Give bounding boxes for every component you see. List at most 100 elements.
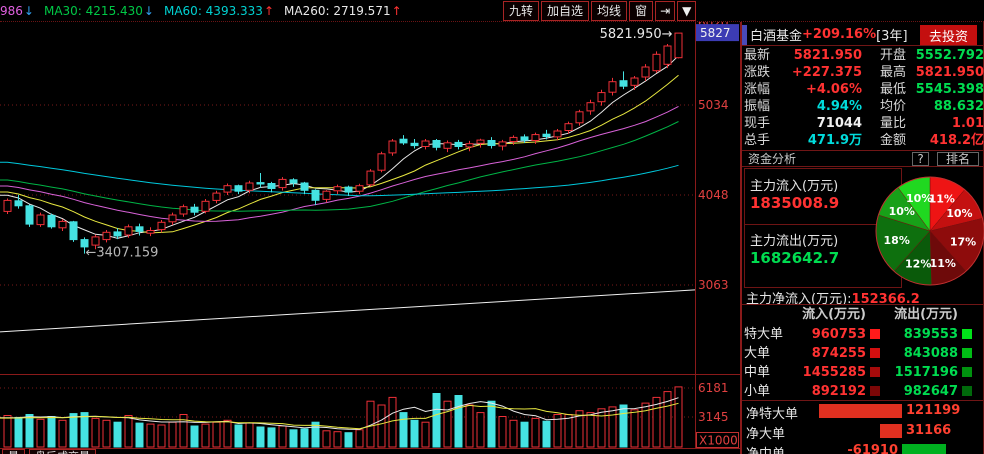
- quote-label: 均价: [879, 99, 906, 114]
- quote-label: 最低: [879, 82, 906, 97]
- ma-label: 986 ↓: [0, 4, 34, 18]
- dropdown-icon[interactable]: ▼: [677, 1, 697, 21]
- right-panel: 白酒884188 白酒基金 +209.16% [3年] 去投资 最新5821.9…: [740, 0, 984, 454]
- main-flow-section: 主力流入(万元) 1835008.9 主力流出(万元) 1682642.7 11…: [742, 168, 984, 288]
- pie-slice-label: 11%: [929, 193, 955, 206]
- quote-grid: 最新 5821.950 开盘 5552.792 涨跌 +227.375 最高 5821.950…: [744, 47, 984, 149]
- order-table-row: 大单 874255 843088: [744, 344, 984, 363]
- fund-analysis-title: 资金分析: [748, 152, 797, 166]
- inflow-value: 1835008.9: [750, 194, 840, 212]
- quote-value: 418.2亿: [929, 133, 984, 148]
- bottom-tabs: 量盘后成交量: [2, 449, 96, 454]
- ma-label: MA260: 2719.571 ↑: [284, 4, 402, 18]
- fund-change: +209.16%: [802, 27, 877, 42]
- ma-label-text: MA30: 4215.430: [43, 4, 143, 18]
- outflow-value: 1682642.7: [750, 249, 840, 267]
- order-row-label: 小单: [744, 384, 771, 399]
- outflow-col-header: 流出(万元): [894, 307, 958, 322]
- order-outflow-value: 982647: [903, 384, 958, 399]
- inflow-col-header: 流入(万元): [802, 307, 866, 322]
- quote-value: 5821.950: [793, 48, 862, 63]
- pie-slice-label: 12%: [905, 258, 931, 271]
- ma-label: MA60: 4393.333 ↑: [164, 4, 274, 18]
- quote-value: 471.9万: [807, 133, 862, 148]
- order-row-label: 特大单: [744, 327, 784, 342]
- inflow-label: 主力流入(万元): [750, 179, 839, 194]
- net-flow-bar: [819, 404, 902, 418]
- quote-value: 71044: [816, 116, 862, 131]
- toolbar-button-九转[interactable]: 九转: [503, 1, 540, 21]
- net-row-净中单: 净中单-61910: [742, 441, 984, 454]
- net-row-净大单: 净大单 31166: [742, 421, 984, 442]
- kline-chart[interactable]: 602050344048306361813145X10005827←3407.1…: [0, 0, 740, 454]
- quote-value: +227.375: [791, 65, 862, 80]
- axis-label: 3063: [698, 278, 729, 292]
- ma-trend-arrow-icon: ↓: [143, 4, 154, 18]
- toolbar-buttons: 九转 加自选 均线窗 ⇥ ▼: [503, 1, 697, 21]
- help-button[interactable]: ?: [912, 152, 929, 166]
- net-order-bars: 净特大单 121199 净大单 31166 净中单-61910: [742, 401, 984, 454]
- axis-label: X1000: [699, 434, 738, 448]
- net-flow-bar: [880, 424, 902, 438]
- fund-stripe: [742, 24, 747, 45]
- toolbar-button-窗[interactable]: 窗: [629, 1, 654, 21]
- toolbar-button-均线[interactable]: 均线: [591, 1, 628, 21]
- quote-label: 最高: [879, 65, 906, 80]
- net-inflow-row: 主力净流入(万元):152366.2: [742, 288, 983, 307]
- axis-label: 5034: [698, 98, 729, 112]
- divider: [742, 45, 983, 46]
- ma-indicator-labels: 986 ↓ MA30: 4215.430 ↓ MA60: 4393.333 ↑ MA260:…: [0, 0, 408, 22]
- ma-trend-arrow-icon: ↓: [23, 4, 34, 18]
- quote-value: 5552.792: [915, 48, 984, 63]
- order-row-label: 大单: [744, 346, 771, 361]
- inflow-swatch: [870, 367, 880, 377]
- rank-button[interactable]: 排名: [937, 152, 979, 166]
- quote-value: 5821.950: [915, 65, 984, 80]
- pie-slice-label: 17%: [950, 235, 976, 248]
- order-inflow-value: 892192: [811, 384, 866, 399]
- order-row-label: 中单: [744, 365, 771, 380]
- order-inflow-value: 960753: [811, 327, 866, 342]
- ma-trend-arrow-icon: ↑: [263, 4, 274, 18]
- order-table-row: 小单 892192 982647: [744, 382, 984, 401]
- order-table-row: 中单 1455285 1517196: [744, 363, 984, 382]
- net-row-value: 31166: [906, 423, 952, 438]
- axis-label: 3145: [698, 410, 729, 424]
- go-invest-button[interactable]: 去投资: [919, 25, 977, 46]
- net-row-value: -61910: [847, 443, 898, 454]
- net-flow-bar: [902, 444, 946, 454]
- pie-slice-label: 10%: [906, 192, 932, 205]
- high-price-annotation: 5821.950→: [600, 27, 673, 42]
- quote-label: 最新: [744, 48, 771, 63]
- toolbar-button-加自选[interactable]: 加自选: [541, 1, 590, 21]
- quote-label: 总手: [744, 133, 771, 148]
- pie-slice-label: 18%: [884, 234, 910, 247]
- pie-slice-label: 10%: [889, 205, 915, 218]
- outflow-swatch: [962, 348, 972, 358]
- net-row-净特大单: 净特大单 121199: [742, 401, 984, 422]
- quote-value: 5545.398: [915, 82, 984, 97]
- order-inflow-value: 1455285: [802, 365, 866, 380]
- order-table-rows: 特大单 960753 839553 大单 874255 843088 中单 1455285 15…: [744, 325, 984, 401]
- quote-label: 金额: [879, 133, 906, 148]
- ma-label: MA30: 4215.430 ↓: [44, 4, 154, 18]
- quote-label: 量比: [879, 116, 906, 131]
- order-outflow-value: 839553: [903, 327, 958, 342]
- quote-label: 涨跌: [744, 65, 771, 80]
- outflow-swatch: [962, 367, 972, 377]
- axis-label: 4048: [698, 188, 729, 202]
- inflow-swatch: [870, 348, 880, 358]
- quote-value: 4.94%: [816, 99, 862, 114]
- inflow-swatch: [870, 386, 880, 396]
- fund-name: 白酒基金: [750, 29, 803, 44]
- quote-value: 88.632: [933, 99, 984, 114]
- bottom-tab[interactable]: 量: [2, 449, 25, 454]
- ma-label-text: MA260: 2719.571: [284, 4, 391, 18]
- toolbar: 986 ↓ MA30: 4215.430 ↓ MA60: 4393.333 ↑ MA260:…: [0, 0, 984, 22]
- bottom-tab[interactable]: 盘后成交量: [29, 449, 96, 454]
- fund-analysis-bar: 资金分析 ? 排名: [742, 150, 983, 167]
- outflow-label: 主力流出(万元): [750, 234, 839, 249]
- fund-banner: 白酒基金 +209.16% [3年] 去投资: [742, 24, 983, 46]
- next-window-icon[interactable]: ⇥: [655, 1, 676, 21]
- outflow-swatch: [962, 386, 972, 396]
